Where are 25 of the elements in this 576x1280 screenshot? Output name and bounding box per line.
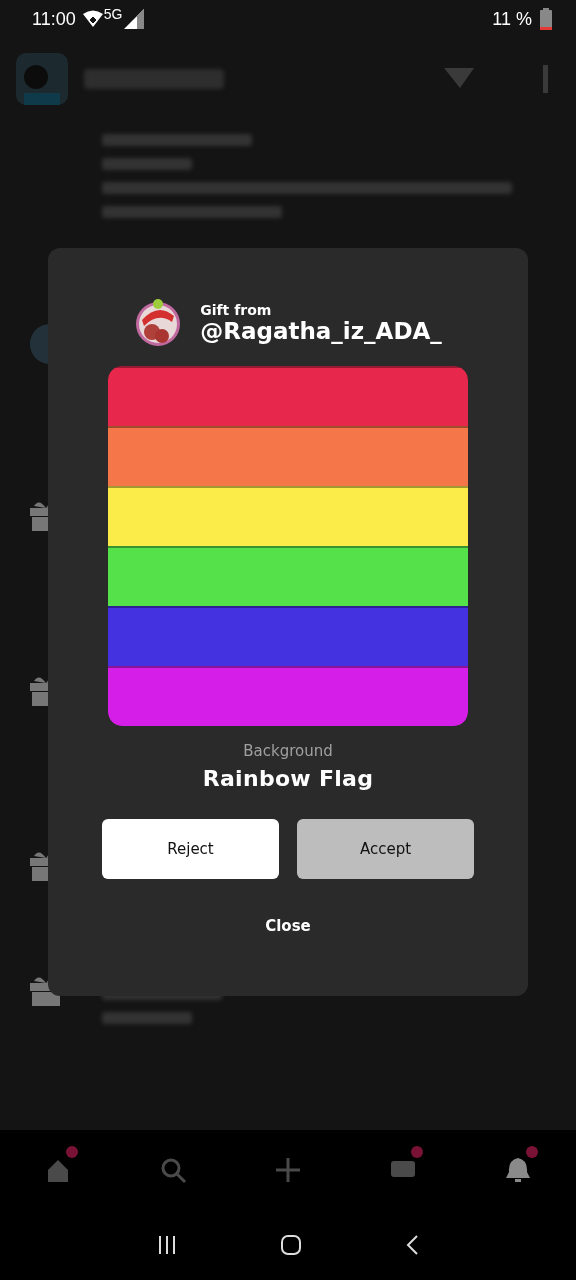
close-link[interactable]: Close bbox=[265, 917, 311, 935]
sender-name: @Ragatha_iz_ADA_ bbox=[200, 318, 442, 344]
wifi-icon bbox=[81, 10, 104, 28]
battery-percent: 11 % bbox=[492, 8, 532, 30]
avatar-icon bbox=[16, 53, 68, 105]
recent-apps-icon[interactable] bbox=[158, 1236, 176, 1254]
network-type: 5G bbox=[103, 6, 123, 22]
item-name: Rainbow Flag bbox=[202, 766, 374, 791]
avatar-icon bbox=[134, 298, 183, 348]
more-icon[interactable] bbox=[540, 65, 550, 93]
bell-icon[interactable] bbox=[504, 1156, 533, 1184]
clock: 11:00 bbox=[32, 8, 76, 30]
battery-icon bbox=[540, 8, 552, 30]
gift-icon bbox=[30, 849, 48, 881]
gift-caption: Gift from bbox=[200, 302, 273, 318]
home-button-icon[interactable] bbox=[281, 1235, 301, 1255]
reject-button[interactable]: Reject bbox=[102, 819, 279, 879]
gift-icon bbox=[30, 674, 48, 706]
back-icon[interactable] bbox=[406, 1235, 418, 1255]
plus-icon[interactable] bbox=[273, 1156, 302, 1184]
item-type: Background bbox=[243, 742, 333, 760]
filter-icon[interactable] bbox=[444, 68, 474, 90]
gift-icon bbox=[30, 499, 48, 531]
accept-button[interactable]: Accept bbox=[297, 819, 474, 879]
signal-icon bbox=[124, 9, 145, 29]
